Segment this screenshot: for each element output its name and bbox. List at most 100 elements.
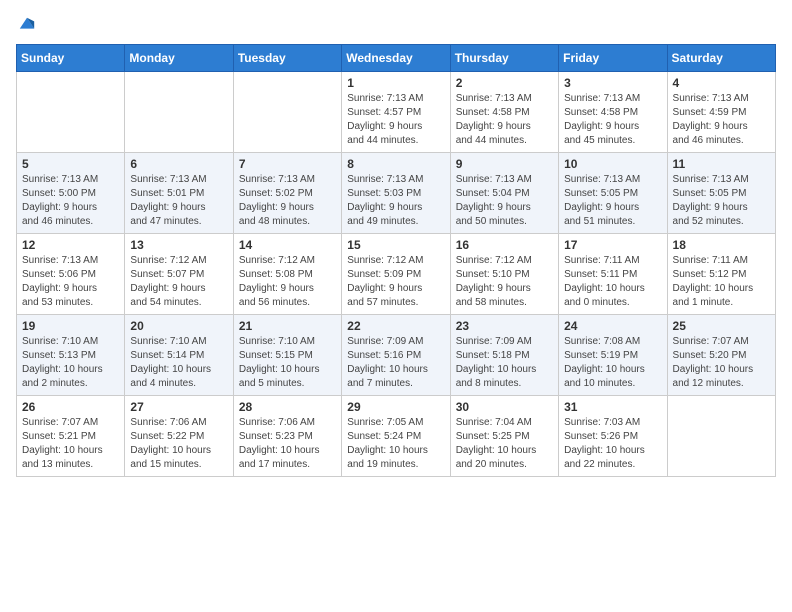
calendar-cell: 21 Sunrise: 7:10 AM Sunset: 5:15 PM Dayli… [233,315,341,396]
day-info: Sunrise: 7:05 AM Sunset: 5:24 PM Dayligh… [347,416,444,472]
day-number: 16 [456,238,553,252]
calendar-header-row: SundayMondayTuesdayWednesdayThursdayFrid… [17,45,776,72]
calendar-cell: 28 Sunrise: 7:06 AM Sunset: 5:23 PM Dayli… [233,396,341,477]
logo [16,16,36,32]
day-info: Sunrise: 7:13 AM Sunset: 4:59 PM Dayligh… [673,92,770,148]
calendar-cell: 6 Sunrise: 7:13 AM Sunset: 5:01 PM Daylig… [125,153,233,234]
day-number: 4 [673,76,770,90]
day-info: Sunrise: 7:12 AM Sunset: 5:09 PM Dayligh… [347,254,444,310]
day-info: Sunrise: 7:10 AM Sunset: 5:13 PM Dayligh… [22,335,119,391]
calendar-cell: 4 Sunrise: 7:13 AM Sunset: 4:59 PM Daylig… [667,72,775,153]
calendar-cell: 29 Sunrise: 7:05 AM Sunset: 5:24 PM Dayli… [342,396,450,477]
day-number: 9 [456,157,553,171]
calendar-cell: 27 Sunrise: 7:06 AM Sunset: 5:22 PM Dayli… [125,396,233,477]
day-info: Sunrise: 7:10 AM Sunset: 5:15 PM Dayligh… [239,335,336,391]
day-info: Sunrise: 7:12 AM Sunset: 5:08 PM Dayligh… [239,254,336,310]
calendar-cell [125,72,233,153]
calendar-cell: 23Sunrise: 7:09 AM Sunset: 5:18 PM Dayli… [450,315,558,396]
day-number: 20 [130,319,227,333]
calendar-cell: 19 Sunrise: 7:10 AM Sunset: 5:13 PM Dayli… [17,315,125,396]
day-number: 21 [239,319,336,333]
day-of-week-header: Thursday [450,45,558,72]
day-info: Sunrise: 7:13 AM Sunset: 5:05 PM Dayligh… [564,173,661,229]
day-number: 22 [347,319,444,333]
day-info: Sunrise: 7:13 AM Sunset: 5:06 PM Dayligh… [22,254,119,310]
calendar-cell: 22Sunrise: 7:09 AM Sunset: 5:16 PM Dayli… [342,315,450,396]
day-number: 11 [673,157,770,171]
day-number: 30 [456,400,553,414]
day-info: Sunrise: 7:09 AM Sunset: 5:18 PM Dayligh… [456,335,553,391]
calendar-cell: 3 Sunrise: 7:13 AM Sunset: 4:58 PM Daylig… [559,72,667,153]
day-info: Sunrise: 7:13 AM Sunset: 5:00 PM Dayligh… [22,173,119,229]
day-info: Sunrise: 7:11 AM Sunset: 5:12 PM Dayligh… [673,254,770,310]
day-info: Sunrise: 7:13 AM Sunset: 4:58 PM Dayligh… [564,92,661,148]
calendar-cell: 14Sunrise: 7:12 AM Sunset: 5:08 PM Dayli… [233,234,341,315]
calendar-week-row: 5 Sunrise: 7:13 AM Sunset: 5:00 PM Daylig… [17,153,776,234]
day-info: Sunrise: 7:08 AM Sunset: 5:19 PM Dayligh… [564,335,661,391]
day-of-week-header: Tuesday [233,45,341,72]
day-number: 10 [564,157,661,171]
calendar-cell [17,72,125,153]
day-info: Sunrise: 7:12 AM Sunset: 5:07 PM Dayligh… [130,254,227,310]
day-number: 5 [22,157,119,171]
day-number: 27 [130,400,227,414]
calendar-week-row: 26 Sunrise: 7:07 AM Sunset: 5:21 PM Dayli… [17,396,776,477]
day-number: 26 [22,400,119,414]
day-number: 19 [22,319,119,333]
calendar-week-row: 1 Sunrise: 7:13 AM Sunset: 4:57 PM Daylig… [17,72,776,153]
day-number: 3 [564,76,661,90]
calendar-cell: 2Sunrise: 7:13 AM Sunset: 4:58 PM Daylig… [450,72,558,153]
calendar-cell: 5 Sunrise: 7:13 AM Sunset: 5:00 PM Daylig… [17,153,125,234]
day-number: 6 [130,157,227,171]
calendar-cell: 7Sunrise: 7:13 AM Sunset: 5:02 PM Daylig… [233,153,341,234]
day-number: 24 [564,319,661,333]
calendar-cell: 8 Sunrise: 7:13 AM Sunset: 5:03 PM Daylig… [342,153,450,234]
day-of-week-header: Sunday [17,45,125,72]
day-number: 8 [347,157,444,171]
calendar-cell: 11 Sunrise: 7:13 AM Sunset: 5:05 PM Dayli… [667,153,775,234]
day-info: Sunrise: 7:13 AM Sunset: 5:03 PM Dayligh… [347,173,444,229]
calendar-cell [233,72,341,153]
day-number: 29 [347,400,444,414]
day-number: 1 [347,76,444,90]
day-of-week-header: Monday [125,45,233,72]
day-number: 28 [239,400,336,414]
day-of-week-header: Wednesday [342,45,450,72]
calendar-cell [667,396,775,477]
day-info: Sunrise: 7:03 AM Sunset: 5:26 PM Dayligh… [564,416,661,472]
calendar-cell: 26 Sunrise: 7:07 AM Sunset: 5:21 PM Dayli… [17,396,125,477]
day-number: 31 [564,400,661,414]
day-info: Sunrise: 7:12 AM Sunset: 5:10 PM Dayligh… [456,254,553,310]
day-info: Sunrise: 7:13 AM Sunset: 4:57 PM Dayligh… [347,92,444,148]
day-info: Sunrise: 7:04 AM Sunset: 5:25 PM Dayligh… [456,416,553,472]
calendar-week-row: 19 Sunrise: 7:10 AM Sunset: 5:13 PM Dayli… [17,315,776,396]
day-info: Sunrise: 7:13 AM Sunset: 5:02 PM Dayligh… [239,173,336,229]
calendar-week-row: 12 Sunrise: 7:13 AM Sunset: 5:06 PM Dayli… [17,234,776,315]
page-header [16,16,776,32]
calendar-table: SundayMondayTuesdayWednesdayThursdayFrid… [16,44,776,477]
day-info: Sunrise: 7:06 AM Sunset: 5:22 PM Dayligh… [130,416,227,472]
calendar-cell: 20 Sunrise: 7:10 AM Sunset: 5:14 PM Dayli… [125,315,233,396]
day-info: Sunrise: 7:13 AM Sunset: 5:04 PM Dayligh… [456,173,553,229]
calendar-cell: 1 Sunrise: 7:13 AM Sunset: 4:57 PM Daylig… [342,72,450,153]
day-number: 25 [673,319,770,333]
day-of-week-header: Friday [559,45,667,72]
day-number: 17 [564,238,661,252]
calendar-cell: 15Sunrise: 7:12 AM Sunset: 5:09 PM Dayli… [342,234,450,315]
logo-icon [18,16,36,34]
calendar-cell: 10 Sunrise: 7:13 AM Sunset: 5:05 PM Dayli… [559,153,667,234]
day-info: Sunrise: 7:13 AM Sunset: 5:01 PM Dayligh… [130,173,227,229]
calendar-cell: 13Sunrise: 7:12 AM Sunset: 5:07 PM Dayli… [125,234,233,315]
day-info: Sunrise: 7:13 AM Sunset: 5:05 PM Dayligh… [673,173,770,229]
day-number: 2 [456,76,553,90]
day-number: 18 [673,238,770,252]
calendar-cell: 16 Sunrise: 7:12 AM Sunset: 5:10 PM Dayli… [450,234,558,315]
calendar-cell: 17Sunrise: 7:11 AM Sunset: 5:11 PM Dayli… [559,234,667,315]
day-number: 12 [22,238,119,252]
day-info: Sunrise: 7:07 AM Sunset: 5:20 PM Dayligh… [673,335,770,391]
day-info: Sunrise: 7:06 AM Sunset: 5:23 PM Dayligh… [239,416,336,472]
calendar-cell: 30 Sunrise: 7:04 AM Sunset: 5:25 PM Dayli… [450,396,558,477]
day-info: Sunrise: 7:10 AM Sunset: 5:14 PM Dayligh… [130,335,227,391]
day-info: Sunrise: 7:07 AM Sunset: 5:21 PM Dayligh… [22,416,119,472]
calendar-cell: 18 Sunrise: 7:11 AM Sunset: 5:12 PM Dayli… [667,234,775,315]
